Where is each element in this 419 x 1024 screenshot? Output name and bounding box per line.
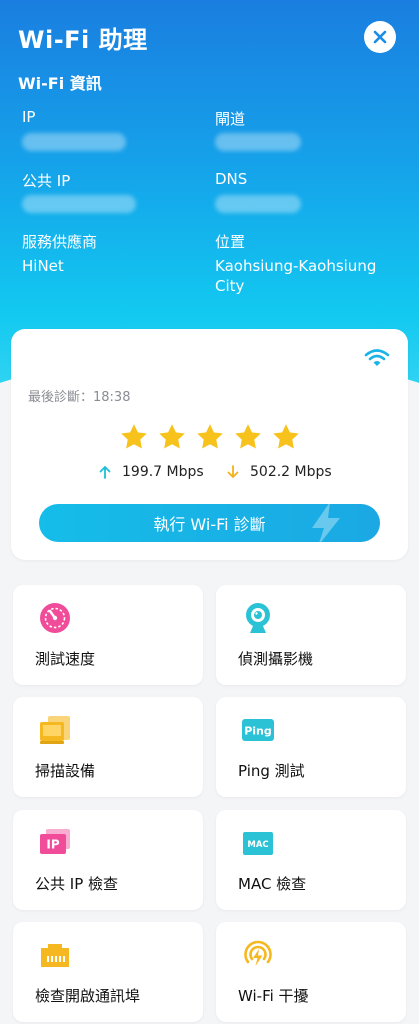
svg-text:IP: IP <box>46 838 59 852</box>
run-wifi-diagnosis-label: 執行 Wi-Fi 診斷 <box>153 515 266 534</box>
star-icon <box>121 424 147 449</box>
last-diagnosis-time: 最後診斷：18:38 <box>28 390 131 405</box>
star-icon <box>159 424 185 449</box>
location-label: 位置 <box>215 233 246 251</box>
tool-label: 測試速度 <box>35 650 96 668</box>
tool-label: Wi-Fi 干擾 <box>238 987 309 1005</box>
wifi-icon <box>364 349 390 366</box>
tool-ping-test[interactable]: Ping Ping 測試 <box>216 697 406 797</box>
star-icon <box>273 424 299 449</box>
tool-detect-camera[interactable]: 偵測攝影機 <box>216 585 406 685</box>
tool-speed-test[interactable]: 測試速度 <box>13 585 203 685</box>
speedometer-icon <box>40 603 70 633</box>
tool-scan-devices[interactable]: 掃描設備 <box>13 697 203 797</box>
tool-label: 掃描設備 <box>35 762 96 780</box>
run-wifi-diagnosis-button[interactable]: 執行 Wi-Fi 診斷 <box>39 504 380 542</box>
gateway-value-redacted <box>215 133 301 151</box>
close-icon <box>373 30 387 44</box>
upload-speed-value: 199.7 Mbps <box>122 464 204 480</box>
svg-text:Ping: Ping <box>244 725 272 738</box>
tool-label: 公共 IP 檢查 <box>35 875 119 893</box>
upload-speed: 199.7 Mbps <box>98 464 204 480</box>
tool-wifi-interference[interactable]: Wi-Fi 干擾 <box>216 922 406 1022</box>
ip-icon: IP <box>40 829 70 854</box>
dns-value-redacted <box>215 195 301 213</box>
rating-stars <box>119 422 301 452</box>
ip-value-redacted <box>22 133 126 151</box>
dns-label: DNS <box>215 170 248 188</box>
tool-label: 偵測攝影機 <box>238 650 314 668</box>
close-button[interactable] <box>364 21 396 53</box>
star-icon <box>235 424 261 449</box>
mac-icon: MAC <box>243 832 273 855</box>
tool-mac-check[interactable]: MAC MAC 檢查 <box>216 810 406 910</box>
arrow-down-icon <box>227 465 239 479</box>
tool-check-open-ports[interactable]: 檢查開啟通訊埠 <box>13 922 203 1022</box>
gateway-label: 閘道 <box>215 110 246 128</box>
page-title: Wi-Fi 助理 <box>18 26 148 54</box>
download-speed: 502.2 Mbps <box>226 464 332 480</box>
download-speed-value: 502.2 Mbps <box>250 464 332 480</box>
camera-icon <box>246 603 270 633</box>
location-value: Kaohsiung-Kaohsiung City <box>215 257 377 295</box>
arrow-up-icon <box>99 465 111 479</box>
tool-public-ip-check[interactable]: IP 公共 IP 檢查 <box>13 810 203 910</box>
devices-icon <box>40 716 70 744</box>
ip-label: IP <box>22 108 36 126</box>
wifi-info-title: Wi-Fi 資訊 <box>18 74 102 93</box>
ping-icon: Ping <box>242 719 274 741</box>
tool-label: Ping 測試 <box>238 762 305 780</box>
isp-value: HiNet <box>22 257 64 275</box>
svg-text:MAC: MAC <box>247 840 268 850</box>
public-ip-label: 公共 IP <box>22 172 71 190</box>
isp-label: 服務供應商 <box>22 233 98 251</box>
ethernet-port-icon <box>41 944 69 967</box>
star-icon <box>197 424 223 449</box>
lightning-bolt-icon <box>312 504 340 542</box>
diagnosis-card: 最後診斷：18:38 199.7 Mbps 502.2 Mbps 執行 Wi-F… <box>11 329 408 560</box>
tool-label: MAC 檢查 <box>238 875 307 893</box>
wifi-signal-icon <box>244 940 272 966</box>
public-ip-value-redacted <box>22 195 136 213</box>
tool-label: 檢查開啟通訊埠 <box>35 987 141 1005</box>
